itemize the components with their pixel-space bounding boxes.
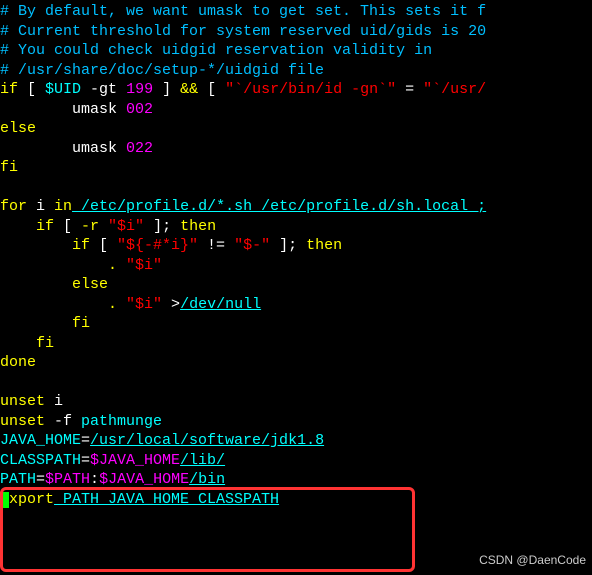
code-line: done — [0, 353, 592, 373]
code-line: . "$i" — [0, 256, 592, 276]
code-line: else — [0, 119, 592, 139]
comment-line: # By default, we want umask to get set. … — [0, 2, 592, 22]
cursor-icon — [0, 492, 9, 508]
code-line: if [ "${-#*i}" != "$-" ]; then — [0, 236, 592, 256]
code-line: unset i — [0, 392, 592, 412]
code-line: fi — [0, 314, 592, 334]
comment-line: # /usr/share/doc/setup-*/uidgid file — [0, 61, 592, 81]
code-line: xport PATH JAVA_HOME CLASSPATH — [0, 490, 592, 510]
code-line: if [ -r "$i" ]; then — [0, 217, 592, 237]
watermark-text: CSDN @DaenCode — [479, 553, 586, 569]
code-line: if [ $UID -gt 199 ] && [ "`/usr/bin/id -… — [0, 80, 592, 100]
comment-line: # Current threshold for system reserved … — [0, 22, 592, 42]
code-editor[interactable]: # By default, we want umask to get set. … — [0, 2, 592, 509]
code-line: else — [0, 275, 592, 295]
code-line: fi — [0, 158, 592, 178]
code-line: umask 002 — [0, 100, 592, 120]
code-line: for i in /etc/profile.d/*.sh /etc/profil… — [0, 197, 592, 217]
blank-line — [0, 178, 592, 198]
comment-line: # You could check uidgid reservation val… — [0, 41, 592, 61]
code-line: unset -f pathmunge — [0, 412, 592, 432]
code-line: JAVA_HOME=/usr/local/software/jdk1.8 — [0, 431, 592, 451]
code-line: . "$i" >/dev/null — [0, 295, 592, 315]
code-line: PATH=$PATH:$JAVA_HOME/bin — [0, 470, 592, 490]
code-line: CLASSPATH=$JAVA_HOME/lib/ — [0, 451, 592, 471]
code-line: umask 022 — [0, 139, 592, 159]
blank-line — [0, 373, 592, 393]
code-line: fi — [0, 334, 592, 354]
